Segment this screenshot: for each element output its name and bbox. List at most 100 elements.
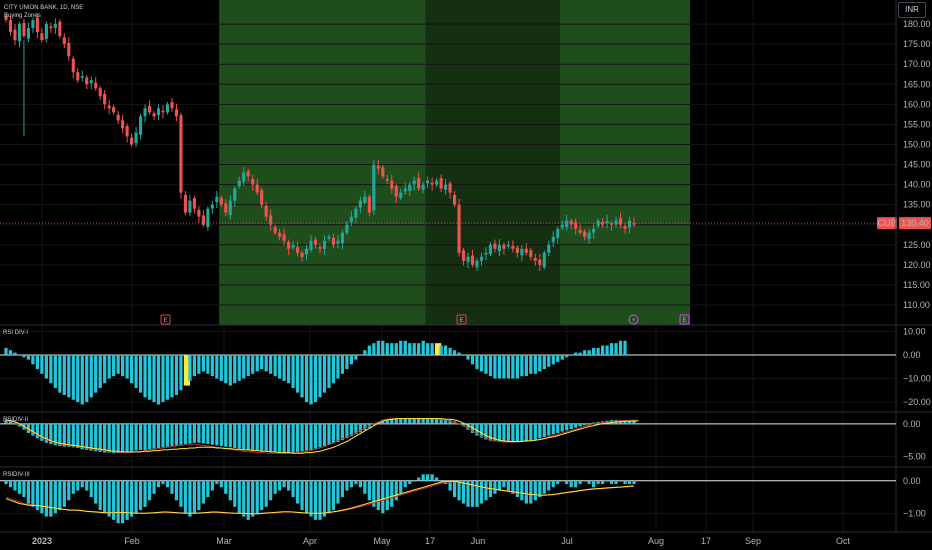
histogram-bar (179, 354, 183, 391)
histogram-bar (291, 423, 295, 453)
candle-body (435, 180, 439, 185)
histogram-bar (116, 354, 120, 374)
currency-button[interactable]: INR (898, 2, 926, 18)
histogram-bar (278, 354, 282, 379)
histogram-bar (197, 423, 201, 443)
histogram-bar (210, 480, 214, 491)
candle-body (524, 248, 528, 253)
histogram-bar (605, 345, 609, 355)
candle-body (17, 24, 22, 42)
buying-zone (425, 0, 565, 325)
histogram-bar (282, 423, 286, 453)
histogram-bar (251, 480, 255, 517)
histogram-bar (381, 340, 385, 355)
histogram-bar (399, 340, 403, 355)
histogram-bar (479, 354, 484, 372)
candle-body (98, 88, 102, 97)
histogram-bar (583, 350, 587, 355)
candle-body (313, 239, 318, 245)
candle-body (488, 244, 493, 254)
histogram-bar (349, 354, 354, 365)
candle-body (188, 200, 192, 213)
histogram-bar (295, 423, 300, 452)
candle-body (367, 196, 371, 213)
histogram-bar (367, 480, 371, 501)
histogram-bar (215, 480, 219, 485)
histogram-bar (452, 480, 457, 498)
histogram-bar (381, 480, 385, 514)
candle-body (587, 232, 591, 240)
histogram-bar (609, 343, 614, 355)
histogram-bar (98, 423, 102, 452)
histogram-bar (85, 480, 89, 491)
candle-body (255, 184, 259, 193)
histogram-bar (44, 354, 48, 379)
histogram-bar (147, 480, 152, 501)
histogram-bar (623, 340, 627, 355)
candle-body (152, 113, 156, 117)
histogram-bar (165, 423, 170, 447)
histogram-bar (309, 423, 313, 450)
candle-body (296, 247, 300, 253)
histogram-bar (295, 480, 300, 504)
histogram-bar (457, 480, 461, 501)
candle-body (470, 255, 475, 265)
histogram-bar (170, 480, 174, 494)
histogram-bar (22, 354, 26, 358)
candle-body (134, 132, 138, 144)
histogram-bar (417, 343, 421, 355)
indicator-axis-tick: −5.00 (903, 451, 926, 461)
histogram-bar (363, 350, 367, 355)
histogram-bar (251, 354, 255, 374)
histogram-bar (174, 480, 179, 501)
candle-body (210, 204, 214, 209)
histogram-bar (107, 354, 111, 379)
histogram-bar (264, 354, 268, 372)
candle-body (40, 33, 44, 41)
candle-body (71, 58, 75, 73)
histogram-bar (273, 354, 277, 377)
symbol-title[interactable]: CITY UNION BANK, 1D, NSE (4, 4, 83, 12)
candle-body (224, 203, 228, 213)
histogram-bar (560, 354, 564, 360)
histogram-bar (331, 423, 336, 444)
chart-canvas[interactable]: 110.00115.00120.00125.00130.00135.00140.… (0, 0, 932, 550)
histogram-bar (215, 354, 219, 379)
histogram-bar (125, 480, 129, 520)
histogram-bar (609, 480, 614, 485)
histogram-bar (210, 354, 214, 377)
indicator-axis-tick: −1.00 (903, 508, 926, 518)
histogram-bar (331, 480, 336, 511)
histogram-bar (233, 423, 237, 448)
histogram-bar (358, 480, 362, 488)
histogram-bar (345, 354, 349, 370)
histogram-bar (618, 340, 623, 355)
candle-body (457, 204, 461, 253)
histogram-bar (358, 354, 362, 356)
histogram-bar (62, 354, 66, 396)
candle-body (44, 24, 48, 39)
histogram-bar (174, 423, 179, 446)
time-axis-label: 17 (425, 536, 435, 546)
histogram-bar (417, 477, 421, 481)
histogram-bar (192, 480, 197, 514)
histogram-bar (80, 480, 84, 488)
histogram-bar (367, 345, 371, 355)
histogram-bar (188, 354, 192, 381)
histogram-bar (206, 423, 210, 445)
candle-body (403, 188, 407, 192)
indicator-label-buying-zones[interactable]: Buying Zones (4, 12, 83, 20)
candle-body (529, 250, 533, 257)
candle-body (170, 101, 174, 109)
indicator-axis-tick: 0.00 (903, 350, 921, 360)
candle-body (421, 184, 425, 190)
histogram-bar (318, 480, 322, 520)
candle-body (627, 220, 632, 228)
histogram-bar (13, 352, 17, 355)
histogram-bar (49, 354, 53, 384)
histogram-bar (327, 480, 331, 514)
histogram-bar (233, 354, 237, 384)
histogram-bar (515, 423, 519, 443)
histogram-bar (103, 423, 107, 453)
histogram-bar (278, 423, 282, 452)
